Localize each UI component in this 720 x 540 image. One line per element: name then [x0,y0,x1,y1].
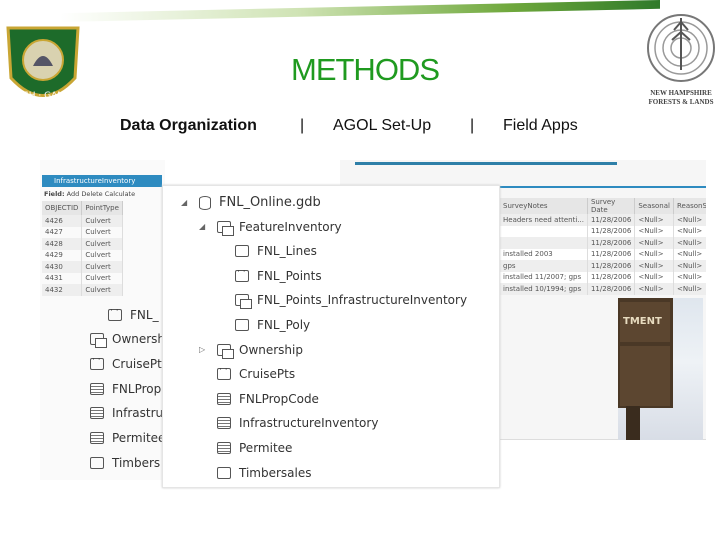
catalog-screenshot-back: InfrastructureInventory Field: Add Delet… [40,160,165,480]
tree-item[interactable]: Permitee [217,441,292,455]
attribute-table: OBJECTID PointType 4426 Culvert 4427 Culver… [42,201,123,296]
field-sign-photo: TMENT [618,298,703,440]
table-row[interactable]: installed 2003 11/28/2006 <Null> <Null> [500,248,706,260]
table-row[interactable]: 4429 Culvert [42,249,123,261]
point-feature-icon [217,365,231,381]
table-row[interactable]: 4428 Culvert [42,238,123,250]
polygon-feature-icon [217,466,231,479]
nav-data-organization[interactable]: Data Organization [120,117,257,135]
table-row[interactable]: 4430 Culvert [42,261,123,273]
table-tab[interactable]: InfrastructureInventory [42,175,162,187]
tree-item[interactable]: FNL_Lines [235,244,317,258]
tree-item-label: Timbersales [239,465,312,480]
tree-item-label: FNL_Lines [257,244,317,259]
line-feature-icon [235,245,249,258]
tree-item[interactable]: CruisePts [217,365,296,382]
tree-item[interactable]: FNL_Points_InfrastructureInventory [235,293,468,310]
tree-item-label: CruisePts [239,367,296,382]
relationship-icon [235,294,252,310]
table-row[interactable]: 4431 Culvert [42,272,123,284]
point-feature-icon [235,267,249,282]
nav-separator: | [470,117,475,134]
tree-item-label: FNL_Poly [257,318,311,332]
database-icon [199,195,211,210]
tree-item[interactable]: FNLPropCode [217,392,319,406]
tree-item[interactable]: ◢ FeatureInventory [199,219,342,236]
tree-item-label: FNL_Points_InfrastructureInventory [257,293,468,308]
delete-field-button[interactable]: Delete [81,190,102,198]
tree-item[interactable]: ▷ Ownership [199,342,303,359]
tree-item-label: FNL_Online.gdb [219,195,321,210]
table-icon [217,392,231,405]
feature-dataset-icon [217,220,234,236]
nav-field-apps[interactable]: Field Apps [503,117,578,135]
tree-item-label: Permitee [239,441,293,455]
table-icon [217,442,231,454]
table-row[interactable]: 4426 Culvert [42,215,123,227]
table-row[interactable]: installed 10/1994; gps 11/28/2006 <Null> <N… [500,283,706,295]
expand-arrow-icon[interactable]: ▷ [199,345,205,354]
svg-text:FISH · GAME: FISH · GAME [15,91,71,101]
tree-item-label: FeatureInventory [239,219,342,234]
polygon-feature-icon [235,319,249,331]
tree-item[interactable]: FNL_Poly [235,318,310,332]
add-field-button[interactable]: Add [67,190,80,198]
table-row[interactable]: gps 11/28/2006 <Null> <Null> [500,260,706,272]
feature-dataset-icon [217,343,234,359]
tree-item[interactable]: InfrastructureInventory [217,416,378,430]
table-row[interactable]: installed 11/2007; gps 11/28/2006 <Null> <N… [500,271,706,283]
table-row[interactable]: Headers need attenti... 11/28/2006 <Null> <… [500,214,706,226]
table-row[interactable]: 4432 Culvert [42,284,123,296]
tree-item[interactable]: ◢ FNL_Online.gdb [181,195,321,210]
page-title: METHODS [291,52,440,87]
header-stripe [60,0,660,22]
collapse-arrow-icon[interactable]: ◢ [199,222,205,231]
table-row[interactable]: 11/28/2006 <Null> <Null> [500,237,706,249]
table-row[interactable]: 4427 Culvert [42,226,123,238]
catalog-tree-panel: ◢ FNL_Online.gdb ◢ FeatureInventory FNL_Line… [162,185,500,488]
nav-agol-setup[interactable]: AGOL Set-Up [333,117,431,135]
calculate-field-button[interactable]: Calculate [105,190,135,198]
tree-item-label: InfrastructureInventory [239,416,379,431]
table-toolbar: Field: Add Delete Calculate [44,190,136,198]
collapse-arrow-icon[interactable]: ◢ [181,198,187,207]
tree-item[interactable]: Timbersales [217,466,312,480]
attribute-table-right: SurveyNotesSurvey DateSeasonalReasonSea … [500,198,706,295]
table-icon [217,417,231,430]
tree-item-label: FNLPropCode [239,391,319,406]
tree-item[interactable]: FNL_Points [235,267,322,283]
table-row[interactable]: 11/28/2006 <Null> <Null> [500,225,706,237]
nav-separator: | [300,117,305,134]
tree-item-label: FNL_Points [257,268,322,283]
tree-item-label: Ownership [239,342,303,357]
